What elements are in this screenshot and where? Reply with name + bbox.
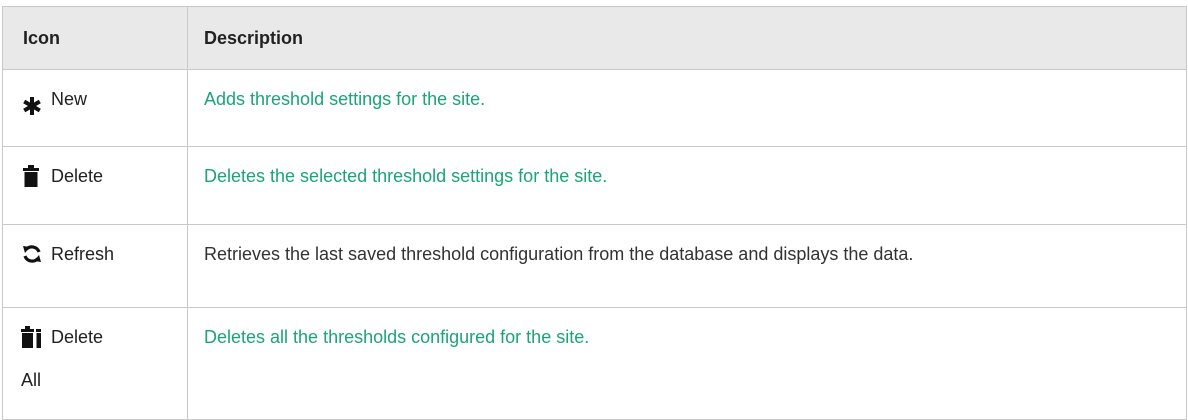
column-header-description: Description [187,6,1187,70]
icon-description-table: Icon Description New Adds threshold sett… [2,6,1187,420]
delete-all-description-link[interactable]: Deletes all the thresholds configured fo… [204,327,589,347]
refresh-label: Refresh [51,244,115,264]
new-label: New [51,89,88,109]
icon-cell-delete: Delete [2,146,188,225]
asterisk-icon [21,95,43,119]
table-row: New Adds threshold settings for the site… [2,69,1187,147]
icon-cell-new: New [2,69,188,147]
delete-all-label: Delete [51,327,104,347]
table-row: Refresh Retrieves the last saved thresho… [2,224,1187,308]
delete-label: Delete [51,166,104,186]
description-cell-new[interactable]: Adds threshold settings for the site. [187,69,1187,147]
table-row: Delete All Deletes all the thresholds co… [2,307,1187,420]
icon-cell-delete-all: Delete All [2,307,188,420]
trash-icon [21,164,43,188]
table-row: Delete Deletes the selected threshold se… [2,146,1187,225]
delete-description-link[interactable]: Deletes the selected threshold settings … [204,166,607,186]
new-description-link[interactable]: Adds threshold settings for the site. [204,89,485,109]
description-cell-delete-all[interactable]: Deletes all the thresholds configured fo… [187,307,1187,420]
icon-cell-refresh: Refresh [2,224,188,308]
delete-all-label-continued: All [21,370,42,390]
refresh-icon [21,242,43,266]
column-header-icon: Icon [2,6,188,70]
description-cell-refresh: Retrieves the last saved threshold confi… [187,224,1187,308]
refresh-description: Retrieves the last saved threshold confi… [204,244,914,264]
delete-all-icon [21,325,43,349]
table-header-row: Icon Description [2,6,1187,70]
description-cell-delete[interactable]: Deletes the selected threshold settings … [187,146,1187,225]
